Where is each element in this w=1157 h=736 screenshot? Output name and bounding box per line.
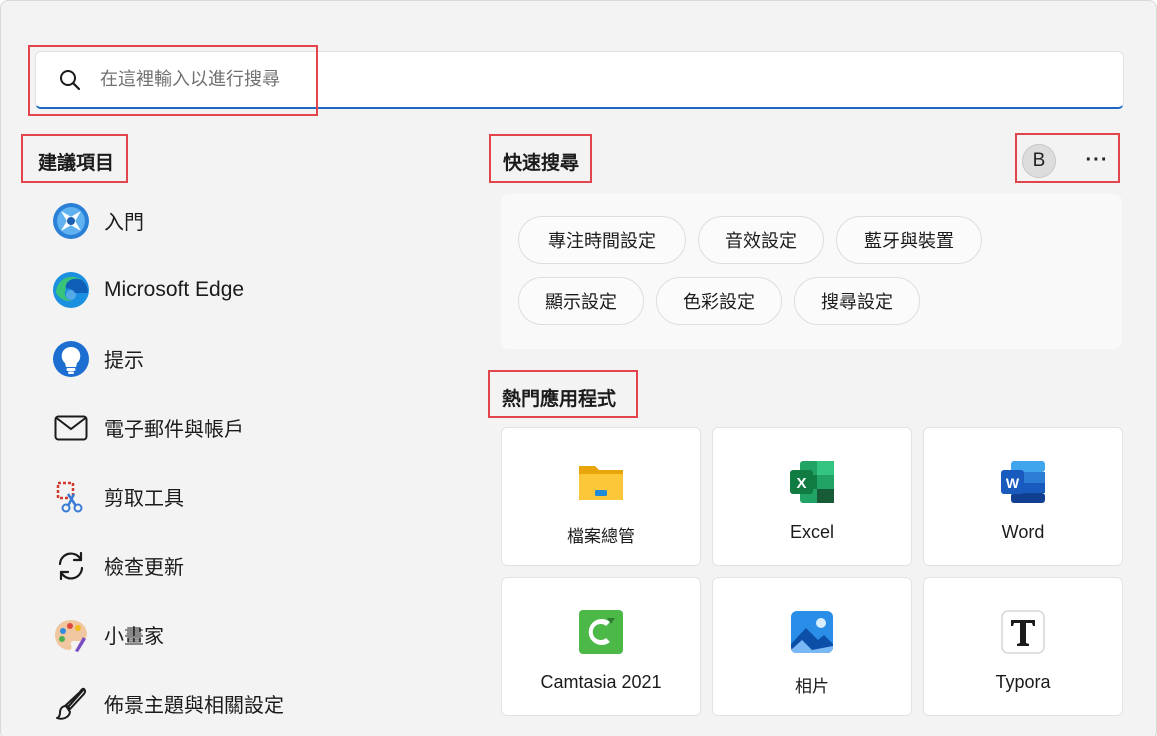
search-panel: 建議項目 入門 Micros bbox=[0, 0, 1157, 736]
chip-display-settings[interactable]: 顯示設定 bbox=[518, 277, 644, 325]
camtasia-icon bbox=[579, 610, 623, 654]
photos-icon bbox=[791, 611, 833, 654]
chip-sound-settings[interactable]: 音效設定 bbox=[698, 216, 824, 264]
chip-color-settings[interactable]: 色彩設定 bbox=[656, 277, 782, 325]
word-icon: W bbox=[1001, 461, 1045, 503]
app-label: 相片 bbox=[795, 677, 829, 697]
typora-icon bbox=[1001, 610, 1045, 654]
file-explorer-icon bbox=[579, 466, 623, 500]
app-label: 檔案總管 bbox=[567, 527, 635, 547]
mail-icon bbox=[51, 408, 91, 448]
search-input[interactable] bbox=[100, 69, 1000, 90]
suggestion-label: Microsoft Edge bbox=[104, 277, 245, 301]
app-label: Typora bbox=[995, 672, 1051, 692]
more-options-button[interactable]: ··· bbox=[1079, 143, 1115, 177]
suggestion-label: 檢查更新 bbox=[104, 555, 184, 579]
app-file-explorer[interactable]: 檔案總管 bbox=[501, 427, 701, 566]
suggestion-label: 小畫家 bbox=[104, 624, 164, 648]
chip-bluetooth-devices[interactable]: 藍牙與裝置 bbox=[836, 216, 982, 264]
suggestion-tips[interactable]: 提示 bbox=[41, 324, 441, 393]
app-label: Camtasia 2021 bbox=[540, 672, 662, 692]
app-photos[interactable]: 相片 bbox=[712, 577, 912, 716]
suggestion-label: 佈景主題與相關設定 bbox=[104, 693, 284, 717]
app-label: Word bbox=[1001, 522, 1045, 542]
paint-palette-icon bbox=[51, 615, 91, 655]
suggestion-check-updates[interactable]: 檢查更新 bbox=[41, 531, 441, 600]
app-camtasia[interactable]: Camtasia 2021 bbox=[501, 577, 701, 716]
suggestion-label: 入門 bbox=[104, 210, 144, 234]
app-excel[interactable]: X Excel bbox=[712, 427, 912, 566]
suggestion-themes[interactable]: 佈景主題與相關設定 bbox=[41, 669, 441, 736]
tips-bulb-icon bbox=[51, 339, 91, 379]
suggestions-list: 入門 Microsoft Edge 提示 電子郵件與帳戶 剪取工具 檢查更新 小… bbox=[41, 186, 441, 736]
svg-text:W: W bbox=[1006, 475, 1020, 491]
suggestions-title: 建議項目 bbox=[38, 152, 115, 174]
top-apps-title: 熱門應用程式 bbox=[502, 388, 617, 410]
suggestion-paint[interactable]: 小畫家 bbox=[41, 600, 441, 669]
suggestion-edge[interactable]: Microsoft Edge bbox=[41, 255, 441, 324]
suggestion-get-started[interactable]: 入門 bbox=[41, 186, 441, 255]
chip-search-settings[interactable]: 搜尋設定 bbox=[794, 277, 920, 325]
app-typora[interactable]: Typora bbox=[923, 577, 1123, 716]
brush-icon bbox=[51, 684, 91, 724]
suggestion-label: 提示 bbox=[104, 348, 144, 372]
excel-icon: X bbox=[790, 461, 834, 503]
svg-text:X: X bbox=[796, 475, 806, 492]
get-started-icon bbox=[51, 201, 91, 241]
search-icon bbox=[60, 69, 81, 90]
app-label: Excel bbox=[789, 522, 834, 542]
app-word[interactable]: W Word bbox=[923, 427, 1123, 566]
chip-focus-settings[interactable]: 專注時間設定 bbox=[518, 216, 686, 264]
quick-search-panel: 專注時間設定 音效設定 藍牙與裝置 顯示設定 色彩設定 搜尋設定 bbox=[501, 194, 1122, 349]
refresh-icon bbox=[51, 546, 91, 586]
suggestion-label: 剪取工具 bbox=[104, 486, 184, 510]
suggestion-mail-accounts[interactable]: 電子郵件與帳戶 bbox=[41, 393, 441, 462]
search-box[interactable] bbox=[35, 51, 1124, 109]
avatar[interactable]: B bbox=[1022, 144, 1056, 178]
suggestion-label: 電子郵件與帳戶 bbox=[104, 417, 244, 441]
edge-icon bbox=[51, 270, 91, 310]
quick-search-title: 快速搜尋 bbox=[503, 152, 580, 174]
suggestion-snipping-tool[interactable]: 剪取工具 bbox=[41, 462, 441, 531]
snipping-tool-icon bbox=[51, 477, 91, 517]
